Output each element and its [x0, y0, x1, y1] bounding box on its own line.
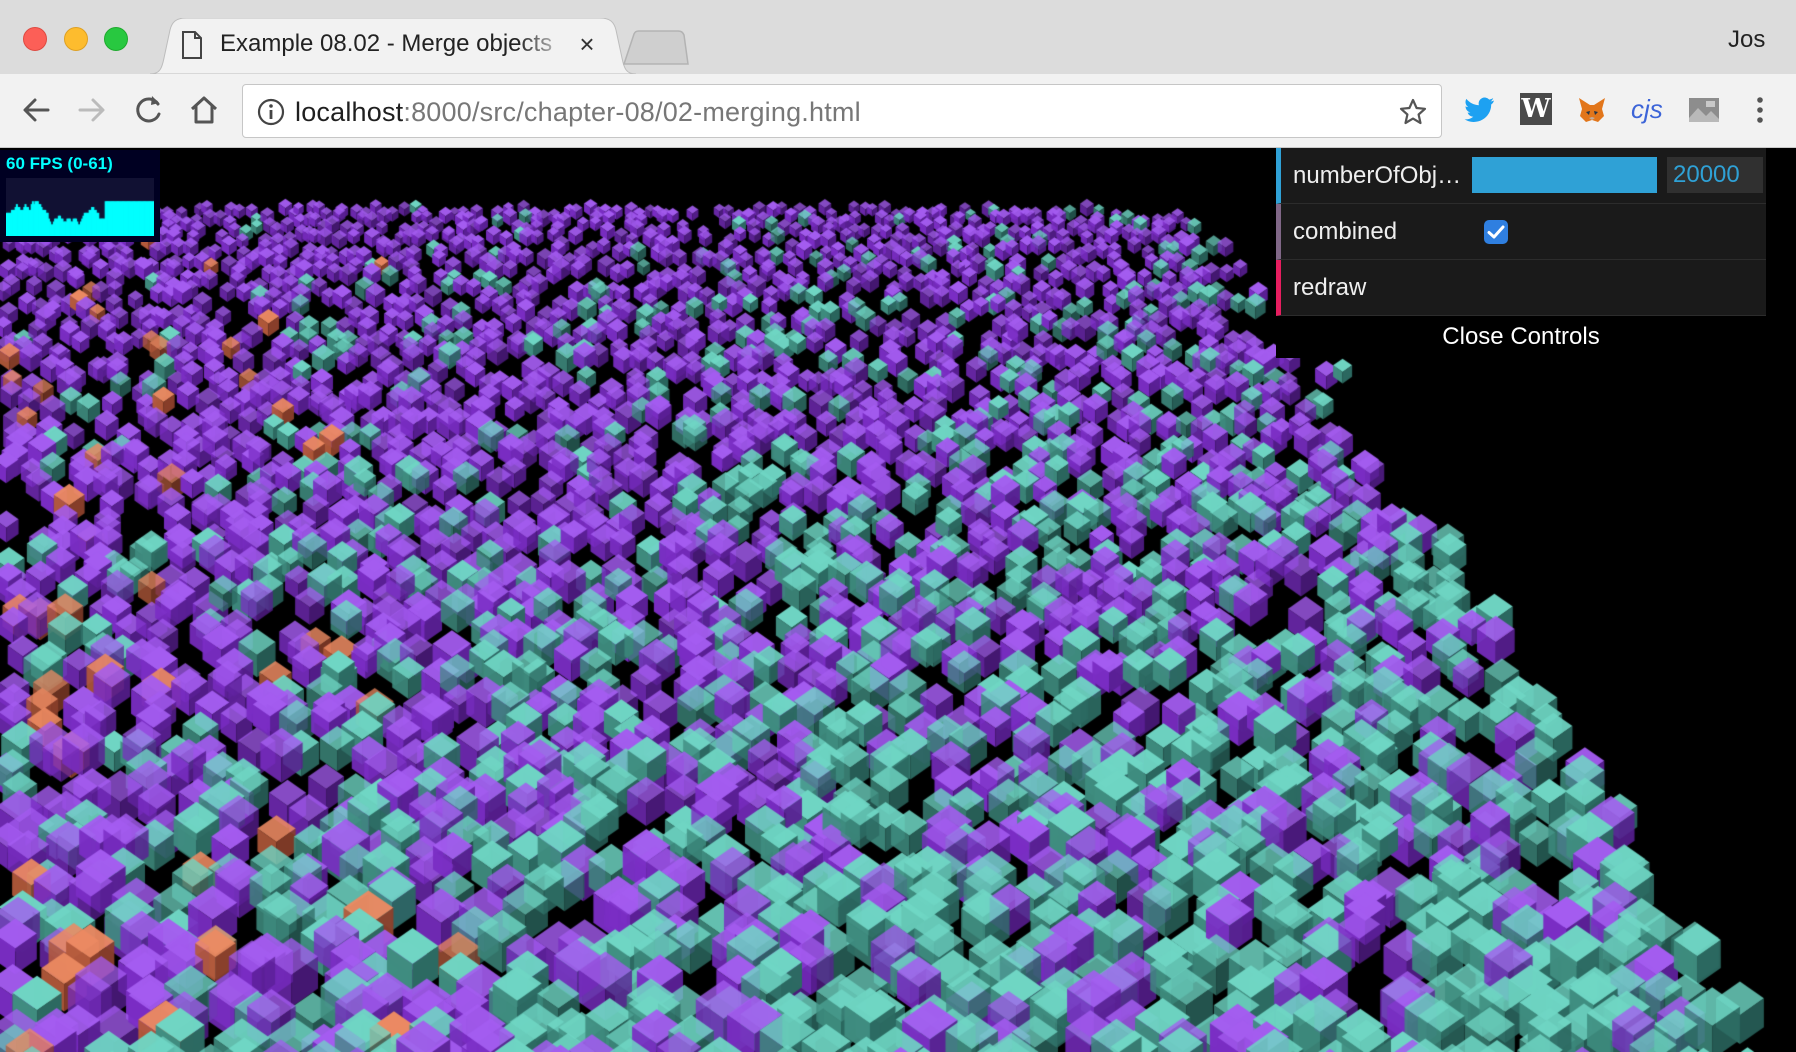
info-icon[interactable] [257, 98, 285, 126]
url-text[interactable]: localhost:8000/src/chapter-08/02-merging… [295, 97, 861, 127]
slider-fill [1472, 157, 1657, 193]
browser-toolbar: localhost:8000/src/chapter-08/02-merging… [0, 74, 1796, 148]
address-bar[interactable]: localhost:8000/src/chapter-08/02-merging… [242, 84, 1442, 138]
forward-icon [78, 98, 105, 122]
home-icon[interactable] [186, 92, 222, 128]
document-icon [182, 31, 202, 59]
maximize-window-button[interactable] [104, 27, 128, 51]
fps-stats-panel[interactable]: 60 FPS (0-61) [0, 150, 160, 242]
profile-name[interactable]: Jos [1728, 26, 1788, 56]
combined-label: combined [1293, 218, 1398, 245]
minimize-window-button[interactable] [64, 27, 88, 51]
number-of-objects-label: numberOfObje… [1293, 162, 1473, 189]
image-extension-icon[interactable] [1686, 92, 1722, 128]
metamask-icon[interactable] [1574, 92, 1610, 128]
tab-title: Example 08.02 - Merge objects [220, 30, 553, 57]
title-bar: Example 08.02 - Merge objects × Jos [0, 0, 1796, 74]
new-tab-button[interactable] [620, 30, 690, 66]
twitter-icon[interactable] [1461, 92, 1497, 128]
cjs-extension-icon[interactable]: cjs [1631, 92, 1671, 126]
number-of-objects-slider[interactable] [1472, 157, 1657, 193]
url-path: :8000/src/chapter-08/02-merging.html [403, 97, 861, 127]
redraw-control[interactable]: redraw [1276, 260, 1766, 316]
combined-checkbox[interactable] [1484, 220, 1508, 244]
number-of-objects-control: numberOfObje… 20000 [1276, 148, 1766, 204]
reload-icon[interactable] [130, 92, 166, 128]
w-extension-icon[interactable]: W [1520, 93, 1552, 125]
redraw-label: redraw [1293, 274, 1367, 301]
back-icon[interactable] [18, 92, 54, 128]
close-tab-icon[interactable]: × [574, 30, 600, 58]
more-vert-icon[interactable] [1750, 92, 1770, 128]
close-controls-button[interactable]: Close Controls [1276, 316, 1766, 358]
combined-control: combined [1276, 204, 1766, 260]
url-host: localhost [295, 97, 404, 127]
fps-readout: 60 FPS (0-61) [6, 154, 113, 173]
star-icon[interactable] [1398, 97, 1428, 127]
dat-gui-controls: numberOfObje… 20000 combined redraw Clos… [1276, 148, 1766, 358]
fps-graph [6, 178, 154, 236]
close-window-button[interactable] [23, 27, 47, 51]
number-of-objects-input[interactable]: 20000 [1667, 157, 1763, 193]
